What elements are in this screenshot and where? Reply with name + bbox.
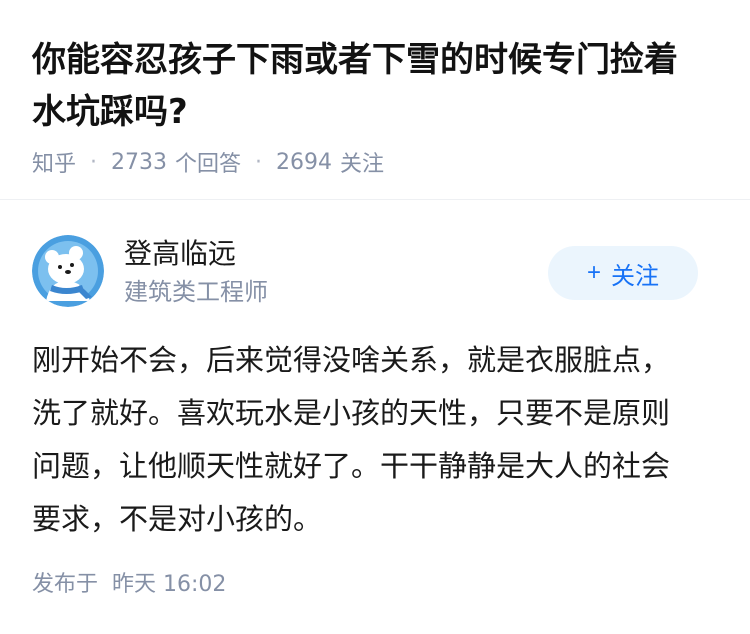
question-meta: 知乎 · 2733 个回答 · 2694 关注 <box>32 146 384 178</box>
bear-avatar-icon[interactable] <box>32 235 104 307</box>
meta-separator: · <box>255 149 263 175</box>
question-header: 你能容忍孩子下雨或者下雪的时候专门捡着 水坑踩吗? <box>32 34 722 138</box>
author-name[interactable]: 登高临远 <box>124 235 236 273</box>
answer-line: 问题，让他顺天性就好了。干干静静是大人的社会 <box>32 449 671 483</box>
published-label: 发布于 <box>32 572 99 597</box>
follow-count: 2694 <box>276 149 333 175</box>
plus-icon: + <box>586 259 601 286</box>
answer-line: 要求，不是对小孩的。 <box>32 502 323 536</box>
author-bio: 建筑类工程师 <box>124 278 268 306</box>
answer-line: 刚开始不会，后来觉得没啥关系，就是衣服脏点， <box>32 343 671 377</box>
question-title-line-2: 水坑踩吗? <box>32 92 188 132</box>
published-time: 昨天 16:02 <box>112 572 227 597</box>
follow-button[interactable]: + 关注 <box>548 246 698 300</box>
answer-count-label: 个回答 <box>175 152 242 177</box>
follow-button-label: 关注 <box>611 262 659 290</box>
question-title-line-1: 你能容忍孩子下雨或者下雪的时候专门捡着 <box>32 40 678 80</box>
answer-footer: 发布于 昨天 16:02 <box>32 566 226 598</box>
section-divider <box>0 199 750 200</box>
answer-content: 刚开始不会，后来觉得没啥关系，就是衣服脏点， 洗了就好。喜欢玩水是小孩的天性，只… <box>32 334 722 546</box>
follow-count-label: 关注 <box>340 152 385 177</box>
source-label[interactable]: 知乎 <box>32 146 76 178</box>
answer-line: 洗了就好。喜欢玩水是小孩的天性，只要不是原则 <box>32 396 671 430</box>
meta-separator: · <box>90 149 98 175</box>
answer-count: 2733 <box>111 149 168 175</box>
question-title[interactable]: 你能容忍孩子下雨或者下雪的时候专门捡着 水坑踩吗? <box>32 34 722 138</box>
